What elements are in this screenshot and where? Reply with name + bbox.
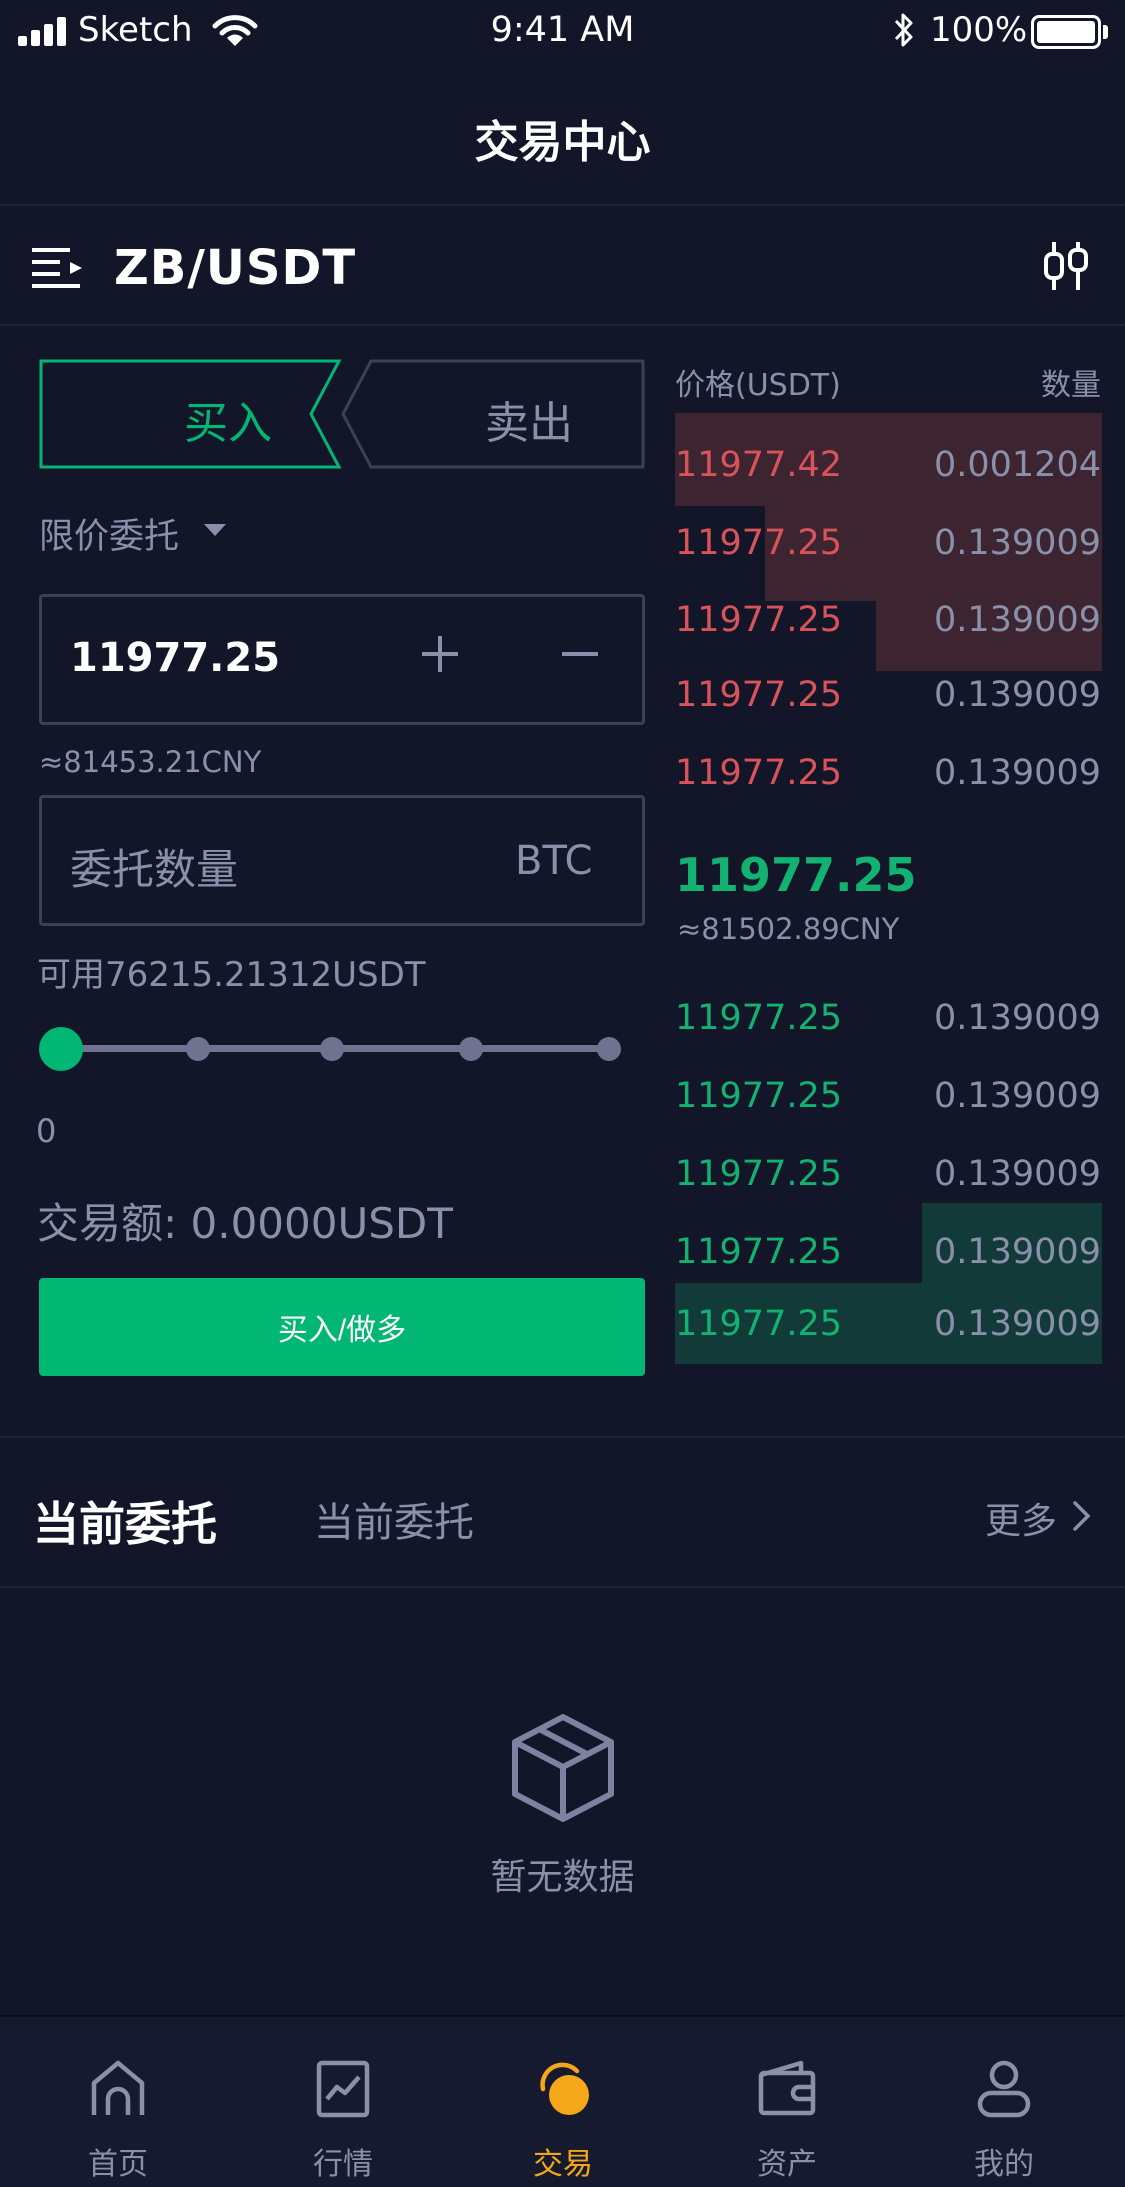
- battery-percent: 100%: [930, 10, 1028, 50]
- ask-price[interactable]: 11977.25: [675, 523, 842, 563]
- price-column-header: 价格(USDT): [675, 368, 841, 403]
- empty-box-icon: [512, 1714, 614, 1822]
- tab-market[interactable]: 行情: [268, 2059, 418, 2182]
- empty-state-text: 暂无数据: [490, 1857, 635, 1898]
- status-bar: Sketch 9:41 AM 100%: [0, 0, 1125, 62]
- buy-long-button[interactable]: 买入/做多: [39, 1278, 645, 1376]
- trade-icon: [540, 2062, 589, 2115]
- ask-price[interactable]: 11977.25: [675, 675, 842, 715]
- ask-qty[interactable]: 0.139009: [934, 753, 1101, 793]
- minus-icon[interactable]: [556, 630, 604, 678]
- bid-price[interactable]: 11977.25: [675, 1076, 842, 1116]
- tab-current-orders-2[interactable]: 当前委托: [314, 1490, 474, 1548]
- pair-selector[interactable]: ZB/USDT: [114, 240, 356, 296]
- tab-profile-label: 我的: [974, 2147, 1034, 2182]
- user-icon: [977, 2060, 1031, 2118]
- bid-qty[interactable]: 0.139009: [934, 1304, 1101, 1344]
- chevron-right-icon[interactable]: [1070, 1498, 1094, 1534]
- menu-list-icon[interactable]: [32, 244, 84, 294]
- bid-qty[interactable]: 0.139009: [934, 998, 1101, 1038]
- header-divider: [0, 204, 1125, 206]
- page-title: 交易中心: [474, 117, 651, 168]
- bid-price[interactable]: 11977.25: [675, 1304, 842, 1344]
- slider-step-25[interactable]: [186, 1037, 210, 1061]
- wallet-icon: [758, 2060, 816, 2116]
- tab-sell[interactable]: 卖出: [439, 387, 619, 451]
- quantity-unit: BTC: [515, 838, 593, 884]
- slider-step-50[interactable]: [320, 1037, 344, 1061]
- ask-qty[interactable]: 0.139009: [934, 600, 1101, 640]
- tab-current-orders[interactable]: 当前委托: [33, 1488, 217, 1554]
- ask-qty[interactable]: 0.001204: [934, 445, 1101, 485]
- tab-profile[interactable]: 我的: [929, 2059, 1079, 2182]
- bluetooth-icon: [894, 13, 913, 47]
- slider-step-100[interactable]: [597, 1037, 621, 1061]
- order-type-select[interactable]: 限价委托: [39, 508, 179, 559]
- bid-qty[interactable]: 0.139009: [934, 1154, 1101, 1194]
- tab-assets-label: 资产: [757, 2147, 817, 2182]
- last-price: 11977.25: [675, 848, 917, 902]
- more-link[interactable]: 更多: [985, 1492, 1057, 1544]
- trade-amount: 交易额: 0.0000USDT: [37, 1199, 453, 1248]
- chart-icon: [316, 2060, 370, 2118]
- bid-qty[interactable]: 0.139009: [934, 1232, 1101, 1272]
- battery-icon: [1031, 15, 1101, 49]
- battery-tip: [1103, 25, 1108, 39]
- last-price-cny: ≈81502.89CNY: [677, 912, 900, 946]
- bid-price[interactable]: 11977.25: [675, 998, 842, 1038]
- tab-trade-label: 交易: [533, 2147, 593, 2182]
- qty-column-header: 数量: [1041, 368, 1101, 403]
- price-cny: ≈81453.21CNY: [39, 745, 262, 779]
- tab-buy[interactable]: 买入: [143, 387, 313, 451]
- ask-qty[interactable]: 0.139009: [934, 675, 1101, 715]
- ask-price[interactable]: 11977.42: [675, 445, 842, 485]
- pair-divider: [0, 324, 1125, 326]
- price-value[interactable]: 11977.25: [70, 635, 280, 681]
- section-divider: [0, 1436, 1125, 1438]
- slider-step-75[interactable]: [459, 1037, 483, 1061]
- plus-icon[interactable]: [416, 630, 464, 678]
- tab-assets[interactable]: 资产: [712, 2059, 862, 2182]
- bottom-tab-bar: 首页 行情 交易 资产 我的: [0, 2015, 1125, 2187]
- tab-home-label: 首页: [88, 2147, 148, 2182]
- buy-sell-tabs: 买入 卖出: [39, 359, 645, 469]
- kline-chart-icon[interactable]: [1040, 240, 1092, 292]
- tab-market-label: 行情: [313, 2147, 373, 2182]
- tab-home[interactable]: 首页: [43, 2059, 193, 2182]
- caret-down-icon[interactable]: [204, 524, 226, 536]
- bid-price[interactable]: 11977.25: [675, 1232, 842, 1272]
- ask-qty[interactable]: 0.139009: [934, 523, 1101, 563]
- section-divider: [0, 1586, 1125, 1588]
- bid-qty[interactable]: 0.139009: [934, 1076, 1101, 1116]
- ask-price[interactable]: 11977.25: [675, 753, 842, 793]
- available-balance: 可用76215.21312USDT: [37, 955, 426, 995]
- slider-value: 0: [36, 1112, 57, 1150]
- home-icon: [91, 2060, 145, 2115]
- tab-trade[interactable]: 交易: [488, 2059, 638, 2182]
- bid-price[interactable]: 11977.25: [675, 1154, 842, 1194]
- ask-price[interactable]: 11977.25: [675, 600, 842, 640]
- quantity-placeholder[interactable]: 委托数量: [70, 836, 238, 897]
- slider-handle[interactable]: [39, 1027, 83, 1071]
